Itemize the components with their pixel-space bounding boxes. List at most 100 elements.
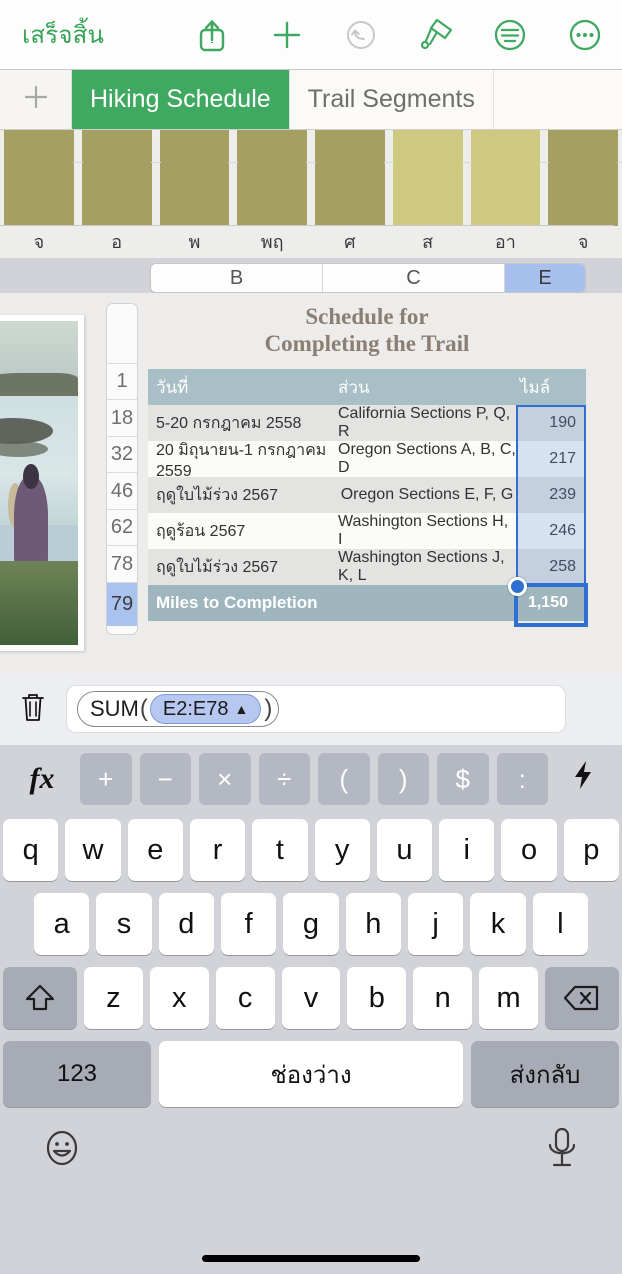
column-selector-c[interactable]: C bbox=[323, 264, 505, 292]
key-l[interactable]: l bbox=[532, 893, 588, 955]
table-cell[interactable]: ฤดูใบไม้ร่วง 2567 bbox=[148, 549, 338, 585]
table-row[interactable]: 5-20 กรกฎาคม 2558 California Sections P, … bbox=[148, 405, 586, 441]
formula-reference-token[interactable]: E2:E78 ▲ bbox=[149, 694, 262, 724]
chart-tick bbox=[306, 162, 316, 163]
table-row[interactable]: ฤดูร้อน 2567 Washington Sections H, I 246 bbox=[148, 513, 586, 549]
table-cell[interactable]: 246 bbox=[516, 513, 586, 549]
operator-key[interactable]: − bbox=[139, 753, 191, 805]
key-z[interactable]: z bbox=[84, 967, 143, 1029]
photo-object[interactable] bbox=[0, 315, 84, 651]
key-s[interactable]: s bbox=[96, 893, 152, 955]
more-button[interactable] bbox=[548, 0, 622, 70]
table-cell[interactable]: Oregon Sections E, F, G bbox=[338, 477, 516, 513]
total-label-cell[interactable]: Miles to Completion bbox=[148, 585, 508, 621]
operator-key[interactable]: + bbox=[80, 753, 132, 805]
return-key[interactable]: ส่งกลับ bbox=[471, 1041, 619, 1107]
table-cell[interactable]: 258 bbox=[516, 549, 586, 585]
row-number-32[interactable]: 32 bbox=[107, 437, 137, 473]
sheet-tab-trail-segments[interactable]: Trail Segments bbox=[290, 70, 494, 129]
shift-key[interactable] bbox=[3, 967, 77, 1029]
table-header-cell[interactable]: ไมล์ bbox=[516, 369, 586, 405]
key-n[interactable]: n bbox=[413, 967, 473, 1029]
dictation-button[interactable] bbox=[542, 1125, 582, 1176]
formula-function-token[interactable]: SUM ( E2:E78 ▲ ) bbox=[77, 691, 280, 727]
table-header-cell[interactable]: ส่วน bbox=[338, 369, 516, 405]
operator-key[interactable]: ÷ bbox=[258, 753, 310, 805]
column-selector-b[interactable]: B bbox=[151, 264, 323, 292]
chart-x-label: อา bbox=[494, 232, 516, 252]
operator-key[interactable]: $ bbox=[437, 753, 489, 805]
chart-tick bbox=[617, 162, 622, 163]
table-cell[interactable]: California Sections P, Q, R bbox=[338, 405, 516, 441]
table-cell[interactable]: Oregon Sections A, B, C, D bbox=[338, 441, 516, 477]
table-cell[interactable]: Washington Sections J, K, L bbox=[338, 549, 516, 585]
key-t[interactable]: t bbox=[252, 819, 308, 881]
key-g[interactable]: g bbox=[283, 893, 339, 955]
table-cell[interactable]: ฤดูใบไม้ร่วง 2567 bbox=[148, 477, 338, 513]
row-number-1[interactable]: 1 bbox=[107, 364, 137, 400]
key-u[interactable]: u bbox=[376, 819, 433, 881]
row-number-62[interactable]: 62 bbox=[107, 510, 137, 546]
key-a[interactable]: a bbox=[34, 893, 90, 955]
table-row[interactable]: ฤดูใบไม้ร่วง 2567 Oregon Sections E, F, G… bbox=[148, 477, 586, 513]
formula-input[interactable]: SUM ( E2:E78 ▲ ) bbox=[66, 685, 566, 733]
operator-key[interactable]: ( bbox=[318, 753, 370, 805]
row-number-78[interactable]: 78 bbox=[107, 546, 137, 583]
key-o[interactable]: o bbox=[501, 819, 557, 881]
operator-key[interactable]: : bbox=[496, 753, 548, 805]
row-number-blank[interactable] bbox=[107, 304, 137, 364]
row-number-strip[interactable]: 1 18 32 46 62 78 79 bbox=[106, 303, 138, 635]
space-key[interactable]: ช่องว่าง bbox=[159, 1041, 463, 1107]
table-cell[interactable]: 239 bbox=[516, 477, 586, 513]
table-cell[interactable]: 20 มิถุนายน-1 กรกฎาคม 2559 bbox=[148, 441, 338, 480]
key-i[interactable]: i bbox=[439, 819, 495, 881]
undo-button[interactable] bbox=[324, 0, 399, 70]
key-x[interactable]: x bbox=[149, 967, 209, 1029]
key-q[interactable]: q bbox=[3, 819, 59, 881]
key-c[interactable]: c bbox=[215, 967, 275, 1029]
table-header-cell[interactable]: วันที่ bbox=[148, 369, 338, 405]
selection-handle[interactable] bbox=[508, 577, 527, 596]
sheet-tab-hiking-schedule[interactable]: Hiking Schedule bbox=[72, 70, 290, 129]
operator-key[interactable]: × bbox=[199, 753, 251, 805]
row-number-46[interactable]: 46 bbox=[107, 473, 137, 510]
add-sheet-button[interactable] bbox=[0, 70, 72, 129]
table-cell[interactable]: 5-20 กรกฎาคม 2558 bbox=[148, 405, 338, 441]
table-cell[interactable]: Washington Sections H, I bbox=[338, 513, 516, 549]
column-selector[interactable]: BCE bbox=[150, 263, 586, 293]
table-cell[interactable]: 190 bbox=[516, 405, 586, 441]
chart-region[interactable]: จ อ พ พฤ ศ ส อา จ bbox=[0, 130, 622, 258]
functions-button[interactable]: fx bbox=[12, 762, 72, 796]
emoji-button[interactable] bbox=[40, 1126, 84, 1175]
operator-key[interactable]: ) bbox=[377, 753, 429, 805]
key-b[interactable]: b bbox=[347, 967, 407, 1029]
table-cell[interactable]: ฤดูร้อน 2567 bbox=[148, 513, 338, 549]
row-number-18[interactable]: 18 bbox=[107, 400, 137, 437]
column-selector-e[interactable]: E bbox=[505, 264, 585, 292]
quick-formula-button[interactable] bbox=[556, 759, 610, 799]
key-y[interactable]: y bbox=[314, 819, 370, 881]
share-button[interactable] bbox=[175, 0, 250, 70]
delete-key[interactable] bbox=[545, 967, 619, 1029]
insert-button[interactable] bbox=[250, 0, 325, 70]
key-e[interactable]: e bbox=[127, 819, 183, 881]
row-number-79[interactable]: 79 bbox=[107, 583, 137, 626]
key-m[interactable]: m bbox=[479, 967, 539, 1029]
key-k[interactable]: k bbox=[470, 893, 526, 955]
key-f[interactable]: f bbox=[221, 893, 277, 955]
chevron-up-icon[interactable]: ▲ bbox=[235, 701, 249, 717]
numbers-key[interactable]: 123 bbox=[3, 1041, 151, 1107]
done-button[interactable]: เสร็จสิ้น bbox=[0, 15, 175, 54]
format-brush-button[interactable] bbox=[399, 0, 474, 70]
table-cell[interactable]: 217 bbox=[516, 441, 586, 477]
key-j[interactable]: j bbox=[407, 893, 464, 955]
key-w[interactable]: w bbox=[65, 819, 121, 881]
format-button[interactable] bbox=[473, 0, 548, 70]
key-h[interactable]: h bbox=[345, 893, 401, 955]
table-row[interactable]: 20 มิถุนายน-1 กรกฎาคม 2559 Oregon Section… bbox=[148, 441, 586, 480]
key-p[interactable]: p bbox=[563, 819, 619, 881]
key-r[interactable]: r bbox=[189, 819, 246, 881]
delete-formula-button[interactable] bbox=[0, 691, 66, 728]
key-v[interactable]: v bbox=[281, 967, 341, 1029]
key-d[interactable]: d bbox=[158, 893, 214, 955]
